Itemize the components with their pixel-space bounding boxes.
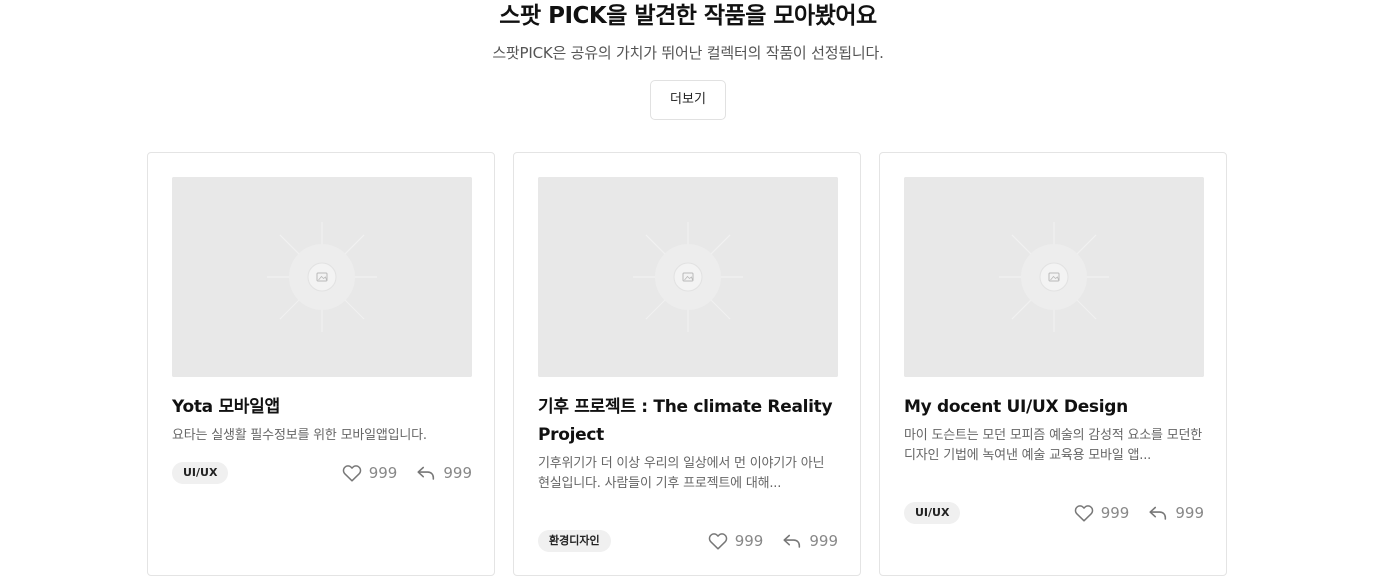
like-button[interactable]: 999 <box>707 530 764 552</box>
reply-arrow-icon <box>1149 506 1167 520</box>
card-meta: 환경디자인 999 999 <box>538 529 838 553</box>
share-button[interactable]: 999 <box>781 530 838 552</box>
share-button[interactable]: 999 <box>1147 502 1204 524</box>
category-tag[interactable]: 환경디자인 <box>538 530 611 552</box>
like-count: 999 <box>1100 504 1130 522</box>
card-title[interactable]: My docent UI/UX Design <box>904 393 1204 421</box>
reply-arrow-icon <box>783 534 801 548</box>
card-title[interactable]: 기후 프로젝트 : The climate Reality Project <box>538 393 838 449</box>
category-tag[interactable]: UI/UX <box>904 502 961 524</box>
like-button[interactable]: 999 <box>1073 502 1130 524</box>
category-tag[interactable]: UI/UX <box>172 462 229 484</box>
more-button[interactable]: 더보기 <box>650 80 726 120</box>
like-count: 999 <box>734 532 764 550</box>
reply-arrow-icon <box>417 466 435 480</box>
share-count: 999 <box>443 464 472 482</box>
share-button[interactable]: 999 <box>415 462 472 484</box>
project-card[interactable]: My docent UI/UX Design 마이 도슨트는 모던 모피즘 예술… <box>879 152 1227 576</box>
card-stats: 999 999 <box>1073 501 1204 525</box>
like-count: 999 <box>368 464 398 482</box>
image-placeholder-icon <box>904 177 1204 377</box>
card-description: 마이 도슨트는 모던 모피즘 예술의 감성적 요소를 모던한 디자인 기법에 녹… <box>904 428 1203 463</box>
image-placeholder-icon <box>172 177 472 377</box>
share-count: 999 <box>1175 504 1204 522</box>
card-thumbnail[interactable] <box>904 177 1204 377</box>
like-button[interactable]: 999 <box>341 462 398 484</box>
section-title: 스팟 PICK을 발견한 작품을 모아봤어요 <box>499 3 877 29</box>
image-placeholder-icon <box>538 177 838 377</box>
heart-icon <box>708 533 727 550</box>
card-meta: UI/UX 999 999 <box>172 461 472 485</box>
card-stats: 999 999 <box>341 461 472 485</box>
project-card[interactable]: 기후 프로젝트 : The climate Reality Project 기후… <box>513 152 861 576</box>
card-meta: UI/UX 999 999 <box>904 501 1204 525</box>
project-card[interactable]: Yota 모바일앱 요타는 실생활 필수정보를 위한 모바일앱입니다. UI/U… <box>147 152 495 576</box>
card-list: Yota 모바일앱 요타는 실생활 필수정보를 위한 모바일앱입니다. UI/U… <box>147 152 1229 578</box>
heart-icon <box>1074 505 1093 522</box>
share-count: 999 <box>809 532 838 550</box>
spot-pick-section: 스팟 PICK을 발견한 작품을 모아봤어요 스팟PICK은 공유의 가치가 뛰… <box>0 0 1376 578</box>
card-thumbnail[interactable] <box>172 177 472 377</box>
card-description: 기후위기가 더 이상 우리의 일상에서 먼 이야기가 아닌 현실입니다. 사람들… <box>538 456 825 491</box>
heart-icon <box>342 465 361 482</box>
section-subtitle: 스팟PICK은 공유의 가치가 뛰어난 컬렉터의 작품이 선정됩니다. <box>492 44 884 62</box>
card-thumbnail[interactable] <box>538 177 838 377</box>
card-stats: 999 999 <box>707 529 838 553</box>
card-description: 요타는 실생활 필수정보를 위한 모바일앱입니다. <box>172 428 427 443</box>
card-title[interactable]: Yota 모바일앱 <box>172 393 472 421</box>
